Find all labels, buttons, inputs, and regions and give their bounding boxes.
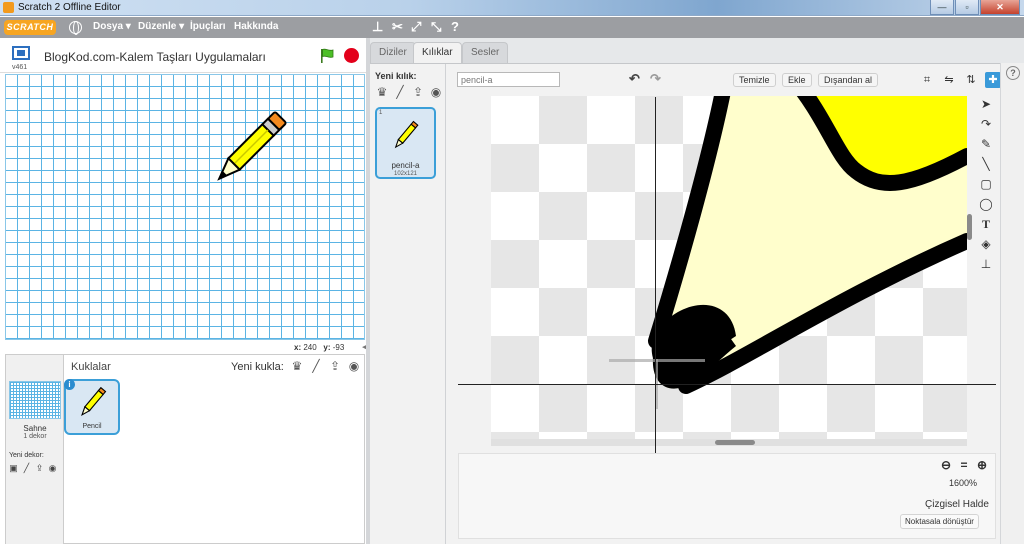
sprite-thumbnail[interactable]: i Pencil	[64, 379, 120, 435]
pencil-tool-icon[interactable]: ✎	[978, 136, 994, 153]
pencil-tip-drawing	[609, 96, 967, 409]
stop-icon[interactable]	[344, 48, 359, 63]
paint-bottom-panel: ⊖ = ⊕ 1600% Çizgisel Halde Noktasala dön…	[458, 453, 996, 539]
drawing-tools: ➤ ↷ ✎ ╲ ▢ ◯ T ◈ ⊥	[976, 96, 996, 273]
ellipse-tool-icon[interactable]: ◯	[978, 196, 994, 213]
costume-list: Yeni kılık: ♛ ╱ ⇪ ◉ 1 pencil-a 102x121	[370, 64, 446, 544]
upload-sprite-icon[interactable]: ⇪	[328, 359, 342, 373]
pencil-thumb-icon	[81, 386, 107, 417]
paint-backdrop-icon[interactable]: ╱	[21, 463, 32, 473]
sprite-library: Sahne 1 dekor Yeni dekor: ▣ ╱ ⇪ ◉ Kuklal…	[5, 354, 365, 544]
window-titlebar: Scratch 2 Offline Editor — ▫ ✕	[0, 0, 1024, 16]
undo-icon[interactable]: ↶	[629, 71, 640, 87]
zoom-level: 1600%	[949, 478, 978, 488]
presentation-mode-icon[interactable]	[12, 46, 30, 60]
green-flag-icon[interactable]	[320, 48, 334, 64]
add-button[interactable]: Ekle	[782, 73, 812, 87]
paint-sprite-icon[interactable]: ╱	[309, 359, 323, 373]
info-icon[interactable]: i	[64, 379, 75, 390]
menu-file[interactable]: Dosya ▾	[93, 21, 131, 32]
close-button[interactable]: ✕	[980, 0, 1020, 15]
costume-name: pencil-a	[391, 161, 420, 170]
maximize-button[interactable]: ▫	[955, 0, 979, 15]
flip-horizontal-icon[interactable]: ⇋	[941, 72, 957, 88]
paint-costume-icon[interactable]: ╱	[393, 85, 407, 99]
new-sprite-label: Yeni kukla:	[231, 361, 284, 373]
clear-button[interactable]: Temizle	[733, 73, 776, 87]
stage-label: Sahne	[23, 424, 47, 433]
tab-scripts[interactable]: Diziler	[370, 42, 416, 63]
import-button[interactable]: Dışandan al	[818, 73, 879, 87]
zoom-in-icon[interactable]: ⊕	[975, 458, 989, 472]
reshape-icon[interactable]: ↷	[978, 116, 994, 133]
camera-costume-icon[interactable]: ◉	[429, 85, 443, 99]
crop-icon[interactable]: ⌗	[919, 72, 935, 88]
flip-vertical-icon[interactable]: ⇅	[963, 72, 979, 88]
version-label: v461	[12, 64, 28, 71]
costume-name-input[interactable]	[457, 72, 560, 87]
minimize-button[interactable]: —	[930, 0, 954, 15]
cut-icon[interactable]: ✂	[392, 19, 403, 35]
vertical-scrollbar[interactable]	[967, 214, 972, 240]
paint-canvas[interactable]	[491, 96, 967, 442]
zoom-reset-icon[interactable]: =	[957, 458, 971, 472]
tips-help-icon[interactable]: ?	[1006, 66, 1020, 80]
backdrop-count: 1 dekor	[23, 433, 47, 440]
tab-costumes[interactable]: Kılıklar	[413, 42, 462, 63]
rectangle-tool-icon[interactable]: ▢	[978, 176, 994, 193]
costume-library-icon[interactable]: ♛	[375, 85, 389, 99]
pencil-sprite[interactable]	[206, 100, 296, 195]
editor-panel: Diziler Kılıklar Sesler Yeni kılık: ♛ ╱ …	[370, 38, 1024, 544]
menu-about[interactable]: Hakkında	[234, 21, 278, 32]
costume-thumbnail[interactable]: 1 pencil-a 102x121	[375, 107, 436, 179]
line-tool-icon[interactable]: ╲	[978, 156, 994, 173]
stage-canvas[interactable]	[5, 74, 365, 340]
window-title: Scratch 2 Offline Editor	[18, 2, 121, 13]
stamp-icon[interactable]: ⊥	[372, 19, 383, 35]
camera-backdrop-icon[interactable]: ◉	[47, 463, 58, 473]
menubar: SCRATCH Dosya ▾ Düzenle ▾ İpuçları Hakkı…	[0, 17, 1024, 38]
help-icon[interactable]: ?	[451, 19, 459, 34]
sprite-library-icon[interactable]: ♛	[290, 359, 304, 373]
app-icon	[3, 2, 14, 13]
upload-backdrop-icon[interactable]: ⇪	[34, 463, 45, 473]
set-center-icon[interactable]: ✚	[985, 72, 1001, 88]
costumes-tab-content: Yeni kılık: ♛ ╱ ⇪ ◉ 1 pencil-a 102x121 p…	[370, 63, 1024, 544]
new-costume-label: Yeni kılık:	[375, 71, 417, 81]
help-strip: ?	[1000, 63, 1024, 544]
menu-edit[interactable]: Düzenle ▾	[138, 21, 184, 32]
stage-thumbnail[interactable]	[9, 381, 61, 419]
horizontal-axis-line	[458, 384, 996, 385]
backdrop-library-icon[interactable]: ▣	[8, 463, 19, 473]
sprites-title: Kuklalar	[71, 361, 111, 373]
grow-icon[interactable]: ⤢	[411, 19, 421, 35]
stage-header: v461 BlogKod.com-Kalem Taşları Uygulamal…	[0, 38, 366, 73]
language-globe-icon[interactable]	[69, 21, 82, 35]
costume-index: 1	[379, 110, 383, 116]
upload-costume-icon[interactable]: ⇪	[411, 85, 425, 99]
project-title[interactable]: BlogKod.com-Kalem Taşları Uygulamaları	[44, 50, 266, 64]
pencil-costume-icon	[394, 120, 419, 149]
select-arrow-icon[interactable]: ➤	[978, 96, 994, 113]
horizontal-scrollbar[interactable]	[715, 440, 755, 445]
camera-sprite-icon[interactable]: ◉	[347, 359, 361, 373]
tab-sounds[interactable]: Sesler	[462, 42, 509, 63]
zoom-out-icon[interactable]: ⊖	[939, 458, 953, 472]
redo-icon[interactable]: ↷	[650, 71, 661, 87]
shrink-icon[interactable]: ⤡	[431, 19, 441, 35]
mouse-coords: x: 240 y: -93	[294, 343, 345, 352]
fill-tool-icon[interactable]: ◈	[978, 236, 994, 253]
stamp-tool-icon[interactable]: ⊥	[978, 256, 994, 273]
new-backdrop-label: Yeni dekor:	[9, 452, 44, 459]
vector-mode-label: Çizgisel Halde	[925, 499, 989, 510]
sprite-name: Pencil	[82, 423, 102, 430]
vertical-axis-line	[655, 97, 656, 480]
costume-size: 102x121	[393, 171, 418, 177]
text-tool-icon[interactable]: T	[978, 216, 994, 233]
menu-tips[interactable]: İpuçları	[190, 21, 226, 32]
stage-column: Sahne 1 dekor Yeni dekor: ▣ ╱ ⇪ ◉	[6, 355, 64, 544]
scratch-logo[interactable]: SCRATCH	[4, 20, 56, 35]
convert-to-bitmap-button[interactable]: Noktasala dönüştür	[900, 514, 979, 529]
